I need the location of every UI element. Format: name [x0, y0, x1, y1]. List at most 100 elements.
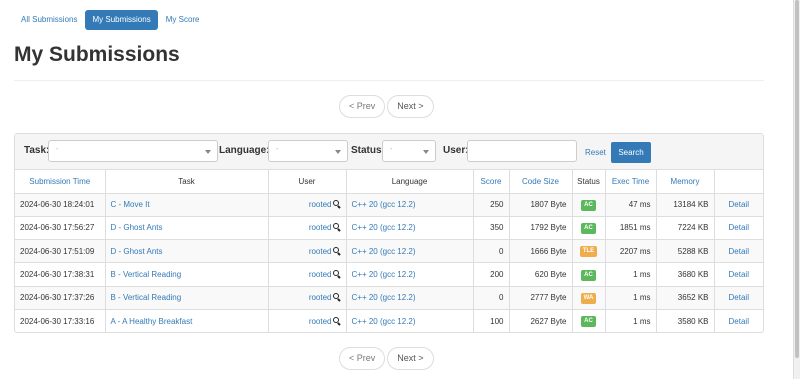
language-select[interactable]: - [268, 140, 348, 162]
task-link[interactable]: A - A Healthy Breakfast [111, 317, 193, 326]
submission-time-cell: 2024-06-30 17:56:27 [15, 216, 106, 241]
column-header-score[interactable]: Score [473, 170, 510, 194]
code-size-cell: 620 Byte [509, 262, 573, 287]
code-size-cell: 1666 Byte [509, 239, 573, 264]
status-badge: AC [581, 269, 596, 281]
submission-time-cell: 2024-06-30 17:33:16 [15, 309, 106, 333]
language-link[interactable]: C++ 20 (gcc 12.2) [352, 247, 416, 256]
detail-link[interactable]: Detail [729, 223, 749, 232]
column-header-language: Language [346, 170, 474, 194]
tab-my-submissions[interactable]: My Submissions [85, 10, 158, 30]
user-input[interactable] [467, 140, 577, 162]
search-icon[interactable] [332, 316, 341, 325]
score-cell: 200 [473, 262, 510, 287]
language-link[interactable]: C++ 20 (gcc 12.2) [352, 270, 416, 279]
pager-top: < Prev Next > [339, 95, 436, 118]
submissions-panel: Task: - Language: - Status: - User: Rese… [14, 133, 764, 333]
score-cell: 0 [473, 239, 510, 264]
memory-cell: 5288 KB [656, 239, 715, 264]
status-select-value: - [390, 146, 393, 153]
next-page-button[interactable]: Next > [387, 347, 434, 370]
status-filter-label: Status: [351, 145, 385, 156]
column-header-exec-time[interactable]: Exec Time [605, 170, 657, 194]
table-row: 2024-06-30 18:24:01 C - Move It rooted C++ … [15, 193, 763, 217]
status-badge: AC [581, 316, 596, 328]
submissions-table: Submission Time Task User Language Score… [15, 170, 763, 333]
user-link[interactable]: rooted [309, 270, 332, 279]
task-filter-label: Task: [24, 145, 50, 156]
language-filter-label: Language: [219, 145, 270, 156]
status-badge: WA [580, 292, 597, 304]
pager-bottom: < Prev Next > [339, 347, 436, 370]
exec-time-cell: 1 ms [605, 309, 657, 333]
prev-page-button[interactable]: < Prev [339, 347, 386, 370]
detail-link[interactable]: Detail [729, 200, 749, 209]
task-link[interactable]: B - Vertical Reading [111, 293, 182, 302]
user-link[interactable]: rooted [309, 223, 332, 232]
exec-time-cell: 1851 ms [605, 216, 657, 241]
search-icon[interactable] [332, 293, 341, 301]
user-link[interactable]: rooted [309, 247, 332, 256]
user-filter-label: User: [443, 145, 469, 156]
chevron-down-icon [205, 150, 211, 154]
exec-time-cell: 47 ms [605, 193, 657, 217]
exec-time-cell: 1 ms [605, 262, 657, 287]
task-link[interactable]: C - Move It [111, 200, 150, 209]
score-cell: 0 [473, 286, 510, 310]
memory-cell: 7224 KB [656, 216, 715, 241]
table-row: 2024-06-30 17:38:31 B - Vertical Reading r… [15, 262, 763, 287]
detail-link[interactable]: Detail [729, 317, 749, 326]
search-icon[interactable] [332, 246, 341, 255]
column-header-detail [714, 170, 763, 194]
code-size-cell: 2627 Byte [509, 309, 573, 333]
submission-time-cell: 2024-06-30 17:37:26 [15, 286, 106, 310]
language-link[interactable]: C++ 20 (gcc 12.2) [352, 223, 416, 232]
memory-cell: 13184 KB [656, 193, 715, 217]
reset-button[interactable]: Reset [585, 148, 606, 157]
chevron-down-icon [335, 150, 341, 154]
language-link[interactable]: C++ 20 (gcc 12.2) [352, 317, 416, 326]
detail-link[interactable]: Detail [729, 270, 749, 279]
column-header-code-size[interactable]: Code Size [509, 170, 573, 194]
column-header-submission-time[interactable]: Submission Time [15, 170, 106, 194]
column-header-memory[interactable]: Memory [656, 170, 715, 194]
detail-link[interactable]: Detail [729, 293, 749, 302]
vertical-scrollbar[interactable] [793, 0, 800, 379]
language-select-value: - [276, 146, 279, 153]
chevron-down-icon [423, 150, 429, 154]
next-page-button[interactable]: Next > [387, 95, 434, 118]
submission-tabs: All Submissions My Submissions My Score [14, 10, 208, 30]
search-icon[interactable] [332, 223, 341, 231]
memory-cell: 3680 KB [656, 262, 715, 287]
memory-cell: 3652 KB [656, 286, 715, 310]
language-link[interactable]: C++ 20 (gcc 12.2) [352, 293, 416, 302]
user-link[interactable]: rooted [309, 293, 332, 302]
status-badge: TLE [579, 246, 598, 258]
filter-bar: Task: - Language: - Status: - User: Rese… [15, 134, 763, 170]
title-divider [14, 80, 764, 81]
task-link[interactable]: B - Vertical Reading [111, 270, 182, 279]
task-link[interactable]: D - Ghost Ants [111, 247, 163, 256]
code-size-cell: 1807 Byte [509, 193, 573, 217]
user-link[interactable]: rooted [309, 317, 332, 326]
table-row: 2024-06-30 17:37:26 B - Vertical Reading r… [15, 286, 763, 310]
search-button[interactable]: Search [611, 142, 651, 163]
task-link[interactable]: D - Ghost Ants [111, 223, 163, 232]
tab-all-submissions[interactable]: All Submissions [14, 10, 84, 30]
language-link[interactable]: C++ 20 (gcc 12.2) [352, 200, 416, 209]
status-select[interactable]: - [382, 140, 436, 162]
table-header-row: Submission Time Task User Language Score… [15, 170, 763, 194]
search-icon[interactable] [332, 200, 341, 208]
status-badge: AC [581, 199, 596, 211]
user-link[interactable]: rooted [309, 200, 332, 209]
detail-link[interactable]: Detail [729, 247, 749, 256]
column-header-task: Task [105, 170, 269, 194]
score-cell: 100 [473, 309, 510, 333]
prev-page-button[interactable]: < Prev [339, 95, 386, 118]
task-select-value: - [56, 146, 59, 153]
search-icon[interactable] [332, 270, 341, 278]
scrollbar-thumb[interactable] [795, 0, 799, 358]
task-select[interactable]: - [48, 140, 218, 162]
tab-my-score[interactable]: My Score [159, 10, 207, 30]
submission-time-cell: 2024-06-30 18:24:01 [15, 193, 106, 217]
